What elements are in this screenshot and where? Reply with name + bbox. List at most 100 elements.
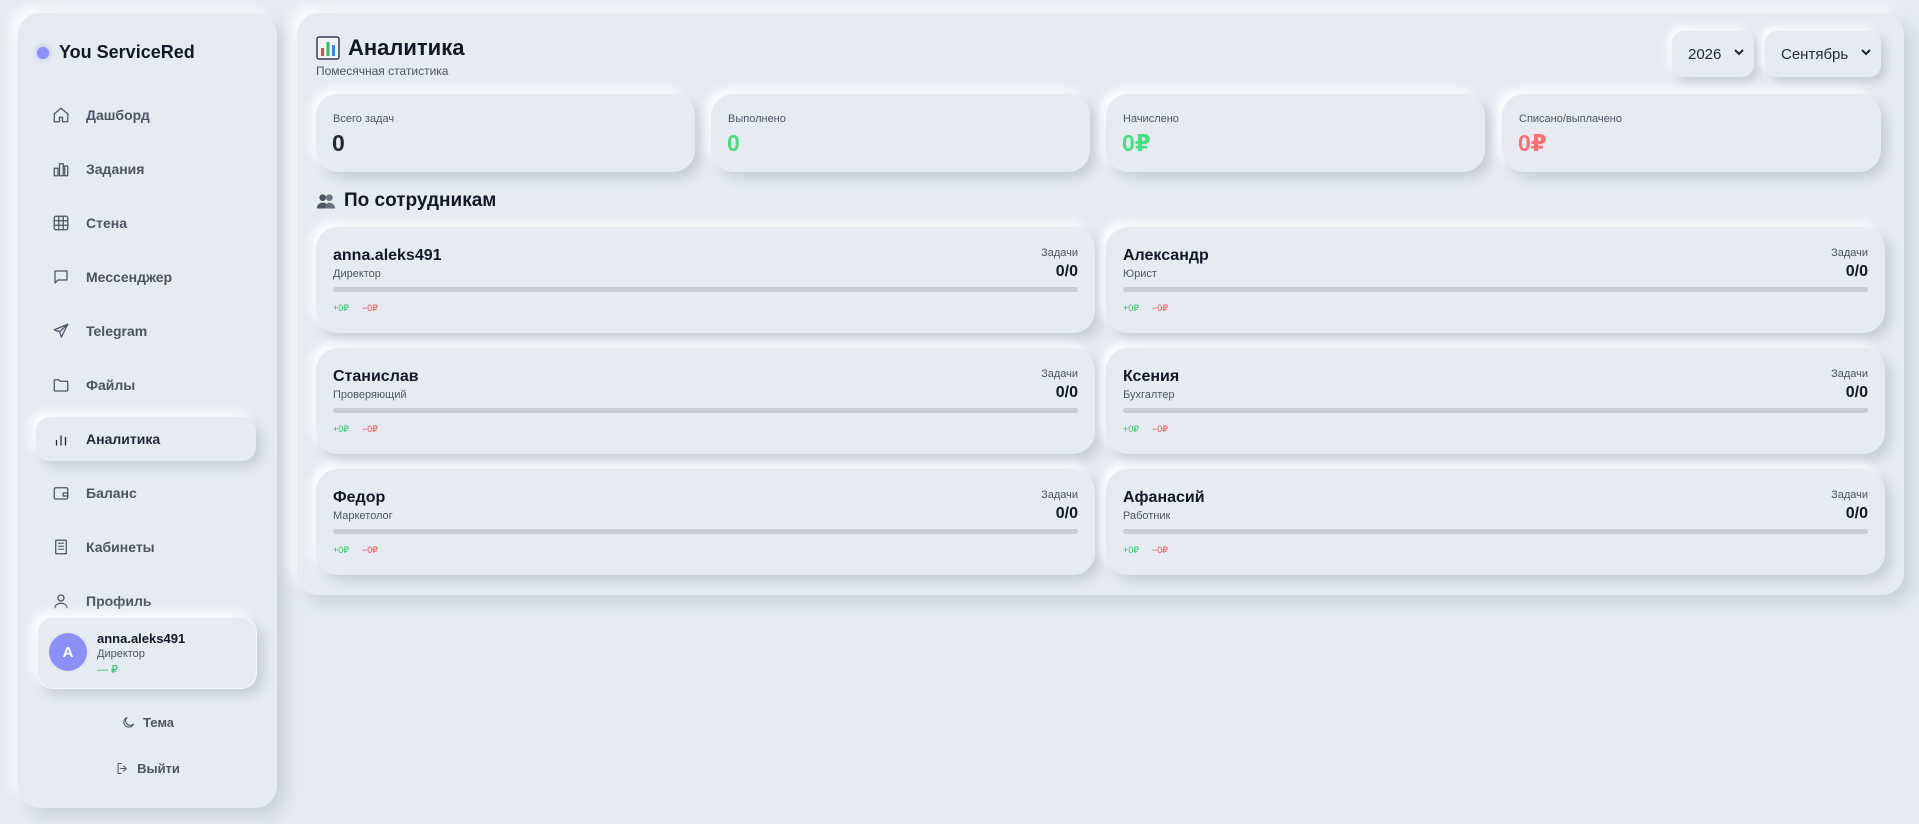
user-name: anna.aleks491	[97, 631, 186, 646]
year-select[interactable]: 2026	[1672, 31, 1754, 77]
month-select[interactable]: Сентябрь	[1765, 31, 1881, 77]
section-title-label: По сотрудникам	[344, 190, 497, 211]
sidebar-item-tasks[interactable]: Задания	[36, 147, 256, 191]
employee-card[interactable]: Ксения Бухгалтер Задачи 0/0 +0₽ −0₽	[1106, 348, 1885, 454]
month-select-value: Сентябрь	[1781, 45, 1849, 63]
sidebar-item-dashboard[interactable]: Дашборд	[36, 93, 256, 137]
stat-label: Начислено	[1123, 113, 1179, 125]
logout-label: Выйти	[137, 761, 180, 776]
sidebar-item-label: Файлы	[86, 377, 136, 393]
user-icon	[54, 594, 68, 609]
stat-value: 0	[332, 130, 345, 156]
user-card[interactable]: A anna.aleks491 Директор — ₽	[37, 617, 257, 689]
progress-bar	[333, 287, 1078, 292]
chevron-down-icon	[1734, 49, 1744, 56]
tasks-value: 0/0	[1845, 505, 1868, 522]
employee-written-off: −0₽	[1152, 303, 1168, 313]
sidebar-item-label: Задания	[86, 161, 145, 177]
employee-role: Бухгалтер	[1123, 389, 1175, 401]
progress-bar	[333, 408, 1078, 413]
message-icon	[54, 270, 68, 284]
employee-card[interactable]: Афанасий Работник Задачи 0/0 +0₽ −0₽	[1106, 469, 1885, 575]
employee-role: Юрист	[1123, 268, 1157, 280]
stat-completed: Выполнено 0	[711, 94, 1090, 172]
building-icon	[55, 539, 67, 555]
sidebar: You ServiceRed Дашборд Задания Стена Мес…	[18, 13, 277, 808]
employee-accrued: +0₽	[1123, 424, 1139, 434]
employee-role: Директор	[333, 268, 381, 280]
sidebar-item-label: Баланс	[86, 485, 137, 501]
grid-icon	[53, 215, 69, 231]
employee-card[interactable]: Федор Маркетолог Задачи 0/0 +0₽ −0₽	[316, 469, 1095, 575]
analytics-icon	[55, 435, 67, 446]
employee-role: Проверяющий	[333, 389, 407, 401]
tasks-value: 0/0	[1055, 505, 1078, 522]
wallet-icon	[53, 487, 69, 500]
sidebar-item-messenger[interactable]: Мессенджер	[36, 255, 256, 299]
moon-icon	[123, 716, 135, 728]
stat-total-tasks: Всего задач 0	[316, 94, 695, 172]
employee-role: Маркетолог	[333, 510, 393, 522]
progress-bar	[333, 529, 1078, 534]
sidebar-item-label: Аналитика	[86, 431, 161, 447]
sidebar-item-balance[interactable]: Баланс	[36, 471, 256, 515]
tasks-value: 0/0	[1845, 384, 1868, 401]
sidebar-item-cabinets[interactable]: Кабинеты	[36, 525, 256, 569]
brand-dot-icon	[37, 46, 49, 59]
stat-value: 0₽	[1518, 130, 1547, 156]
stat-written-off: Списано/выплачено 0₽	[1502, 94, 1881, 172]
employee-card[interactable]: Станислав Проверяющий Задачи 0/0 +0₽ −0₽	[316, 348, 1095, 454]
employee-name: Станислав	[333, 368, 419, 385]
tasks-value: 0/0	[1845, 263, 1868, 280]
stat-accrued: Начислено 0₽	[1106, 94, 1485, 172]
page-header: Аналитика	[316, 35, 464, 61]
theme-button[interactable]: Тема	[18, 715, 277, 730]
tasks-label: Задачи	[1831, 368, 1868, 380]
folder-icon	[53, 379, 69, 392]
sidebar-item-files[interactable]: Файлы	[36, 363, 256, 407]
tasks-label: Задачи	[1041, 247, 1078, 259]
employee-card[interactable]: anna.aleks491 Директор Задачи 0/0 +0₽ −0…	[316, 227, 1095, 333]
chevron-down-icon	[1861, 49, 1871, 56]
stat-label: Всего задач	[333, 113, 395, 125]
chart-emoji-icon	[316, 36, 340, 60]
people-icon	[316, 194, 336, 209]
brand[interactable]: You ServiceRed	[37, 42, 195, 63]
employee-written-off: −0₽	[362, 424, 378, 434]
stat-value: 0	[727, 130, 740, 156]
sidebar-item-label: Дашборд	[86, 107, 150, 123]
employee-written-off: −0₽	[1152, 424, 1168, 434]
employee-name: Александр	[1123, 247, 1209, 264]
bar-chart-icon	[53, 163, 69, 177]
sidebar-item-wall[interactable]: Стена	[36, 201, 256, 245]
logout-icon	[117, 762, 127, 775]
user-role: Директор	[97, 648, 145, 660]
employee-card[interactable]: Александр Юрист Задачи 0/0 +0₽ −0₽	[1106, 227, 1885, 333]
employee-accrued: +0₽	[1123, 545, 1139, 555]
avatar: A	[49, 633, 87, 671]
tasks-value: 0/0	[1055, 263, 1078, 280]
logout-button[interactable]: Выйти	[18, 761, 277, 776]
home-icon	[53, 107, 69, 123]
stat-label: Списано/выплачено	[1519, 113, 1622, 125]
tasks-label: Задачи	[1831, 489, 1868, 501]
employee-accrued: +0₽	[333, 424, 349, 434]
tasks-value: 0/0	[1055, 384, 1078, 401]
employee-name: anna.aleks491	[333, 247, 442, 264]
employee-accrued: +0₽	[333, 303, 349, 313]
section-title: По сотрудникам	[316, 190, 496, 212]
progress-bar	[1123, 408, 1868, 413]
sidebar-item-label: Стена	[86, 215, 127, 231]
employee-name: Афанасий	[1123, 489, 1205, 506]
tasks-label: Задачи	[1041, 368, 1078, 380]
employee-name: Федор	[333, 489, 386, 506]
employee-written-off: −0₽	[1152, 545, 1168, 555]
employee-accrued: +0₽	[333, 545, 349, 555]
user-balance: — ₽	[97, 664, 119, 676]
sidebar-item-telegram[interactable]: Telegram	[36, 309, 256, 353]
sidebar-nav: Дашборд Задания Стена Мессенджер Telegra…	[36, 93, 256, 633]
employee-written-off: −0₽	[362, 303, 378, 313]
employee-accrued: +0₽	[1123, 303, 1139, 313]
progress-bar	[1123, 287, 1868, 292]
sidebar-item-analytics[interactable]: Аналитика	[36, 417, 256, 461]
